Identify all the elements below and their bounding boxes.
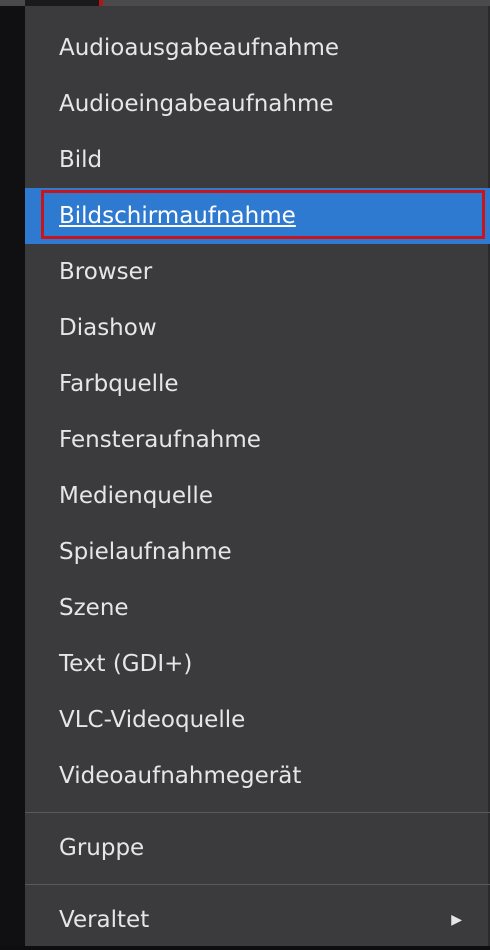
menu-separator: [25, 884, 490, 885]
background-panel-left: [0, 0, 25, 950]
menu-item-veraltet[interactable]: Veraltet ▶: [25, 892, 490, 948]
menu-item-label: VLC-Videoquelle: [59, 707, 246, 733]
menu-item-audioeingabeaufnahme[interactable]: Audioeingabeaufnahme: [25, 76, 490, 132]
menu-item-browser[interactable]: Browser: [25, 244, 490, 300]
menu-item-fensteraufnahme[interactable]: Fensteraufnahme: [25, 412, 490, 468]
menu-item-label: Spielaufnahme: [59, 539, 232, 565]
menu-item-label: Fensteraufnahme: [59, 427, 261, 453]
menu-item-label: Medienquelle: [59, 483, 213, 509]
menu-item-label: Bildschirmaufnahme: [59, 203, 296, 229]
menu-item-label: Browser: [59, 259, 153, 285]
menu-item-label: Szene: [59, 595, 129, 621]
menu-item-audioausgabeaufnahme[interactable]: Audioausgabeaufnahme: [25, 20, 490, 76]
menu-item-label: Bild: [59, 147, 103, 173]
menu-item-szene[interactable]: Szene: [25, 580, 490, 636]
menu-item-videoaufnahmegeraet[interactable]: Videoaufnahmegerät: [25, 748, 490, 804]
add-source-context-menu: Audioausgabeaufnahme Audioeingabeaufnahm…: [25, 6, 490, 946]
menu-separator: [25, 812, 490, 813]
triangle-right-icon: ▶: [451, 912, 462, 928]
menu-item-label: Audioausgabeaufnahme: [59, 35, 340, 61]
menu-item-gruppe[interactable]: Gruppe: [25, 820, 490, 876]
menu-item-label: Diashow: [59, 315, 157, 341]
menu-item-medienquelle[interactable]: Medienquelle: [25, 468, 490, 524]
menu-item-label: Audioeingabeaufnahme: [59, 91, 334, 117]
menu-item-label: Veraltet: [59, 907, 150, 933]
menu-item-bildschirmaufnahme[interactable]: Bildschirmaufnahme: [25, 188, 490, 244]
menu-item-bild[interactable]: Bild: [25, 132, 490, 188]
menu-item-label: Videoaufnahmegerät: [59, 763, 302, 789]
menu-item-label: Gruppe: [59, 835, 145, 861]
menu-item-diashow[interactable]: Diashow: [25, 300, 490, 356]
menu-item-farbquelle[interactable]: Farbquelle: [25, 356, 490, 412]
menu-list: Audioausgabeaufnahme Audioeingabeaufnahm…: [25, 20, 490, 948]
menu-item-label: Text (GDI+): [59, 651, 193, 677]
menu-item-vlc-videoquelle[interactable]: VLC-Videoquelle: [25, 692, 490, 748]
menu-item-label: Farbquelle: [59, 371, 179, 397]
background-panel-bottom: [0, 946, 490, 950]
menu-item-text-gdi[interactable]: Text (GDI+): [25, 636, 490, 692]
menu-item-spielaufnahme[interactable]: Spielaufnahme: [25, 524, 490, 580]
